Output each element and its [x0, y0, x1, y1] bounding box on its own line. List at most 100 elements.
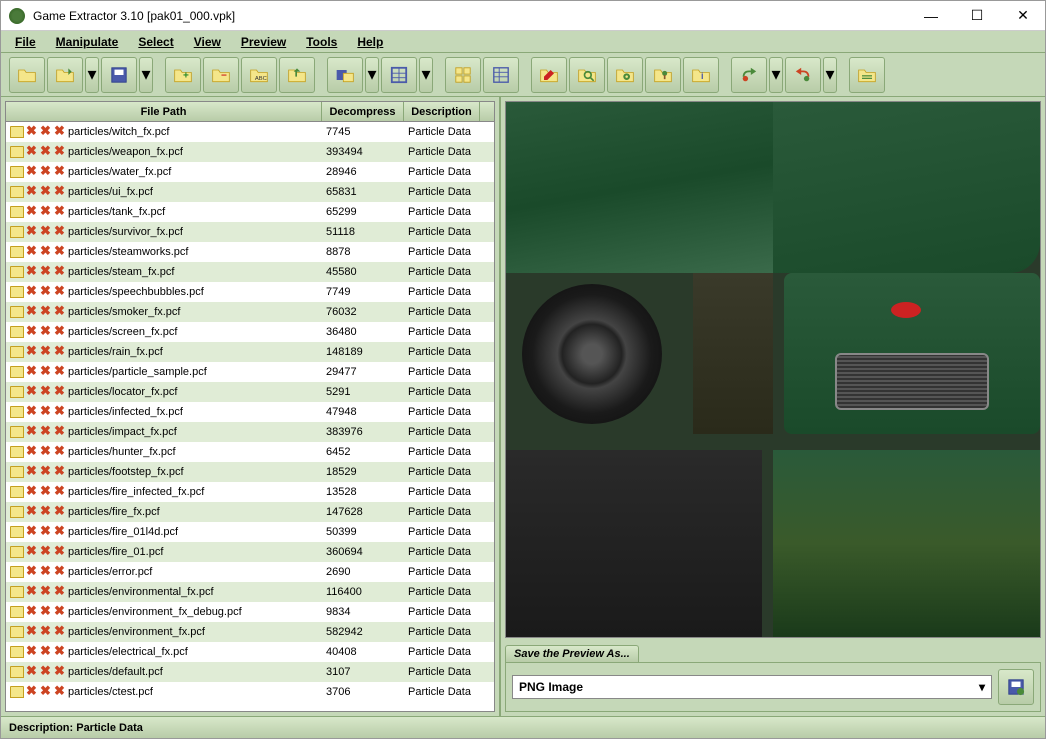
- table-row[interactable]: ✖✖✖particles/environmental_fx.pcf116400P…: [6, 582, 494, 602]
- save-dropdown[interactable]: ▾: [139, 57, 153, 93]
- settings-button[interactable]: [607, 57, 643, 93]
- new-archive-button[interactable]: [9, 57, 45, 93]
- table-row[interactable]: ✖✖✖particles/environment_fx_debug.pcf983…: [6, 602, 494, 622]
- folder-icon: [10, 206, 24, 218]
- decompress-size: 383976: [322, 426, 404, 438]
- preview-viewport[interactable]: [505, 101, 1041, 638]
- svg-text:+: +: [183, 70, 189, 81]
- extract-button[interactable]: [279, 57, 315, 93]
- view-dropdown[interactable]: ▾: [419, 57, 433, 93]
- format-select[interactable]: PNG Image ▾: [512, 675, 992, 699]
- replace-dropdown[interactable]: ▾: [365, 57, 379, 93]
- table-body[interactable]: ✖✖✖particles/witch_fx.pcf7745Particle Da…: [6, 122, 494, 711]
- table-row[interactable]: ✖✖✖particles/tank_fx.pcf65299Particle Da…: [6, 202, 494, 222]
- x-icon: ✖: [54, 566, 66, 578]
- status-text: Description: Particle Data: [9, 722, 143, 734]
- table-row[interactable]: ✖✖✖particles/smoker_fx.pcf76032Particle …: [6, 302, 494, 322]
- redo-dropdown[interactable]: ▾: [769, 57, 783, 93]
- file-description: Particle Data: [404, 526, 480, 538]
- table-row[interactable]: ✖✖✖particles/default.pcf3107Particle Dat…: [6, 662, 494, 682]
- info-button[interactable]: i: [683, 57, 719, 93]
- table-row[interactable]: ✖✖✖particles/survivor_fx.pcf51118Particl…: [6, 222, 494, 242]
- rename-file-button[interactable]: ABC: [241, 57, 277, 93]
- add-file-button[interactable]: +: [165, 57, 201, 93]
- open-archive-button[interactable]: [47, 57, 83, 93]
- dropdown-icon: ▾: [979, 680, 985, 694]
- file-description: Particle Data: [404, 226, 480, 238]
- file-description: Particle Data: [404, 686, 480, 698]
- table-row[interactable]: ✖✖✖particles/rain_fx.pcf148189Particle D…: [6, 342, 494, 362]
- script-button[interactable]: [849, 57, 885, 93]
- table-row[interactable]: ✖✖✖particles/fire_fx.pcf147628Particle D…: [6, 502, 494, 522]
- table-row[interactable]: ✖✖✖particles/water_fx.pcf28946Particle D…: [6, 162, 494, 182]
- table-row[interactable]: ✖✖✖particles/steam_fx.pcf45580Particle D…: [6, 262, 494, 282]
- table-row[interactable]: ✖✖✖particles/locator_fx.pcf5291Particle …: [6, 382, 494, 402]
- menu-tools[interactable]: Tools: [296, 33, 347, 51]
- column-header-decompress[interactable]: Decompress: [322, 102, 404, 121]
- replace-button[interactable]: [327, 57, 363, 93]
- table-row[interactable]: ✖✖✖particles/ctest.pcf3706Particle Data: [6, 682, 494, 702]
- undo-button[interactable]: [785, 57, 821, 93]
- folder-icon: [10, 366, 24, 378]
- x-icon: ✖: [40, 586, 52, 598]
- table-row[interactable]: ✖✖✖particles/fire_infected_fx.pcf13528Pa…: [6, 482, 494, 502]
- x-icon: ✖: [40, 646, 52, 658]
- folder-icon: [10, 386, 24, 398]
- thumb-view-button[interactable]: [445, 57, 481, 93]
- menu-file[interactable]: File: [5, 33, 46, 51]
- table-row[interactable]: ✖✖✖particles/impact_fx.pcf383976Particle…: [6, 422, 494, 442]
- x-icon: ✖: [26, 326, 38, 338]
- undo-dropdown[interactable]: ▾: [823, 57, 837, 93]
- close-button[interactable]: ✕: [1009, 6, 1037, 26]
- remove-file-button[interactable]: −: [203, 57, 239, 93]
- redo-button[interactable]: [731, 57, 767, 93]
- table-row[interactable]: ✖✖✖particles/fire_01.pcf360694Particle D…: [6, 542, 494, 562]
- table-row[interactable]: ✖✖✖particles/screen_fx.pcf36480Particle …: [6, 322, 494, 342]
- decompress-size: 51118: [322, 226, 404, 238]
- decompress-size: 18529: [322, 466, 404, 478]
- x-icon: ✖: [26, 646, 38, 658]
- column-header-description[interactable]: Description: [404, 102, 480, 121]
- x-icon: ✖: [40, 426, 52, 438]
- open-dropdown[interactable]: ▾: [85, 57, 99, 93]
- menu-select[interactable]: Select: [128, 33, 183, 51]
- table-row[interactable]: ✖✖✖particles/error.pcf2690Particle Data: [6, 562, 494, 582]
- maximize-button[interactable]: ☐: [963, 6, 991, 26]
- table-row[interactable]: ✖✖✖particles/witch_fx.pcf7745Particle Da…: [6, 122, 494, 142]
- decompress-size: 582942: [322, 626, 404, 638]
- table-row[interactable]: ✖✖✖particles/environment_fx.pcf582942Par…: [6, 622, 494, 642]
- table-row[interactable]: ✖✖✖particles/electrical_fx.pcf40408Parti…: [6, 642, 494, 662]
- column-header-path[interactable]: File Path: [6, 102, 322, 121]
- edit-button[interactable]: [531, 57, 567, 93]
- file-path: particles/survivor_fx.pcf: [68, 226, 183, 238]
- table-row[interactable]: ✖✖✖particles/particle_sample.pcf29477Par…: [6, 362, 494, 382]
- folder-icon: [10, 446, 24, 458]
- table-row[interactable]: ✖✖✖particles/weapon_fx.pcf393494Particle…: [6, 142, 494, 162]
- menu-view[interactable]: View: [184, 33, 231, 51]
- save-preview-tab[interactable]: Save the Preview As...: [505, 645, 639, 662]
- save-archive-button[interactable]: [101, 57, 137, 93]
- file-path: particles/electrical_fx.pcf: [68, 646, 188, 658]
- list-view-button[interactable]: [483, 57, 519, 93]
- menu-preview[interactable]: Preview: [231, 33, 296, 51]
- table-row[interactable]: ✖✖✖particles/ui_fx.pcf65831Particle Data: [6, 182, 494, 202]
- save-preview-button[interactable]: [998, 669, 1034, 705]
- table-row[interactable]: ✖✖✖particles/fire_01l4d.pcf50399Particle…: [6, 522, 494, 542]
- table-view-button[interactable]: [381, 57, 417, 93]
- menu-manipulate[interactable]: Manipulate: [46, 33, 129, 51]
- x-icon: ✖: [54, 246, 66, 258]
- file-description: Particle Data: [404, 166, 480, 178]
- table-row[interactable]: ✖✖✖particles/infected_fx.pcf47948Particl…: [6, 402, 494, 422]
- x-icon: ✖: [40, 386, 52, 398]
- decompress-size: 28946: [322, 166, 404, 178]
- decompress-size: 7745: [322, 126, 404, 138]
- table-row[interactable]: ✖✖✖particles/hunter_fx.pcf6452Particle D…: [6, 442, 494, 462]
- menu-help[interactable]: Help: [347, 33, 393, 51]
- x-icon: ✖: [54, 606, 66, 618]
- table-row[interactable]: ✖✖✖particles/steamworks.pcf8878Particle …: [6, 242, 494, 262]
- table-row[interactable]: ✖✖✖particles/speechbubbles.pcf7749Partic…: [6, 282, 494, 302]
- search-button[interactable]: [569, 57, 605, 93]
- minimize-button[interactable]: —: [917, 6, 945, 26]
- tree-button[interactable]: [645, 57, 681, 93]
- table-row[interactable]: ✖✖✖particles/footstep_fx.pcf18529Particl…: [6, 462, 494, 482]
